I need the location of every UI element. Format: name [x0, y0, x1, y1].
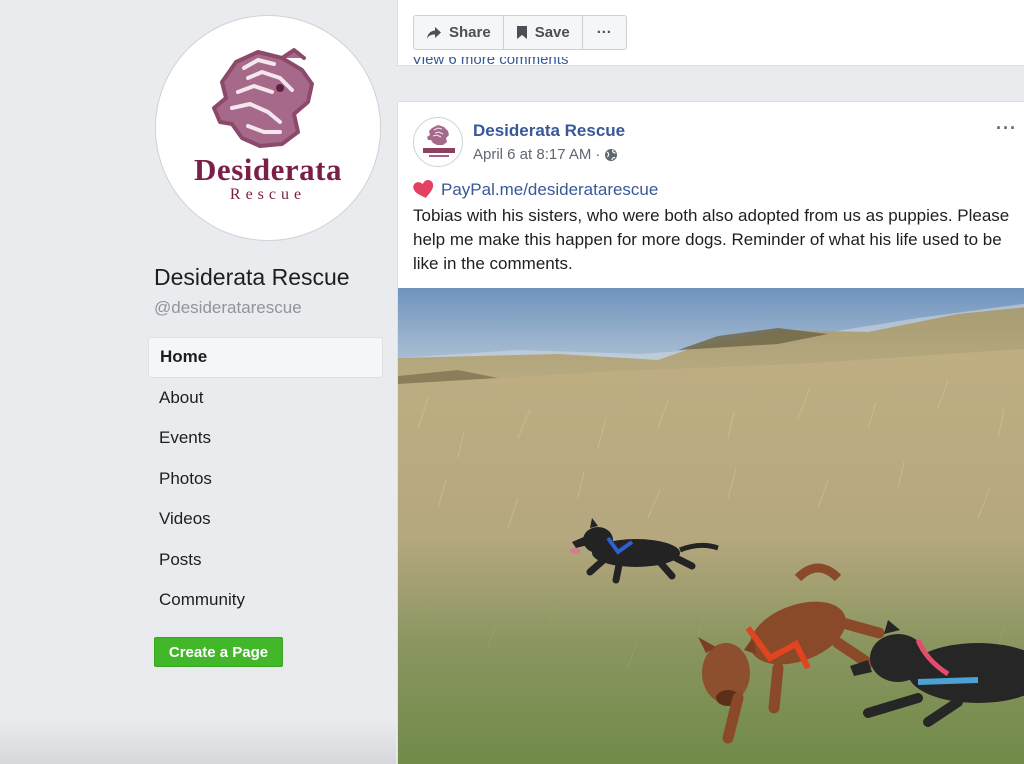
desiderata-logo: Desiderata Rescue [162, 22, 374, 234]
heart-icon [413, 180, 434, 198]
view-more-comments-link[interactable]: View 6 more comments [412, 57, 568, 66]
page-nav: Home About Events Photos Videos Posts Co… [148, 337, 383, 621]
nav-item-posts[interactable]: Posts [148, 540, 383, 581]
bookmark-icon [516, 26, 527, 39]
more-options-button[interactable]: ··· [582, 16, 626, 49]
post-body-text: Tobias with his sisters, who were both a… [413, 206, 1010, 273]
nav-item-community[interactable]: Community [148, 580, 383, 621]
nav-item-videos[interactable]: Videos [148, 499, 383, 540]
share-button[interactable]: Share [414, 16, 504, 49]
page-handle[interactable]: @desideratarescue [154, 298, 302, 318]
nav-item-about[interactable]: About [148, 378, 383, 419]
post-meta: April 6 at 8:17 AM · [473, 146, 618, 163]
share-label: Share [449, 24, 491, 41]
page-title[interactable]: Desiderata Rescue [154, 264, 350, 291]
meta-separator: · [595, 146, 601, 163]
save-button[interactable]: Save [503, 16, 583, 49]
post-photo-dogs-in-field[interactable] [398, 288, 1024, 764]
sidebar-bottom-shadow [0, 720, 396, 764]
create-page-button[interactable]: Create a Page [154, 637, 283, 667]
post-author-name[interactable]: Desiderata Rescue [473, 121, 625, 141]
post-link-line: PayPal.me/desideratarescue [413, 180, 658, 200]
page-profile-picture[interactable]: Desiderata Rescue [155, 15, 381, 241]
post-author-avatar[interactable] [413, 117, 463, 167]
nav-item-home[interactable]: Home [148, 337, 383, 378]
post-timestamp[interactable]: April 6 at 8:17 AM [473, 146, 591, 163]
save-label: Save [534, 24, 570, 41]
post-card: Desiderata Rescue April 6 at 8:17 AM · ·… [397, 101, 1024, 764]
post-action-group: Share Save ··· [413, 15, 627, 50]
previous-post-card: Share Save ··· View 6 more comments [397, 0, 1024, 66]
share-arrow-icon [427, 26, 441, 39]
post-options-button[interactable]: ··· [996, 118, 1017, 139]
more-options-icon: ··· [596, 24, 612, 41]
nav-item-events[interactable]: Events [148, 418, 383, 459]
paypal-link[interactable]: PayPal.me/desideratarescue [441, 180, 658, 200]
dog-head-logo-icon [423, 125, 455, 157]
logo-wordmark: Desiderata [194, 152, 342, 187]
logo-subtitle: Rescue [229, 186, 307, 203]
globe-icon[interactable] [604, 148, 618, 162]
nav-item-photos[interactable]: Photos [148, 459, 383, 500]
